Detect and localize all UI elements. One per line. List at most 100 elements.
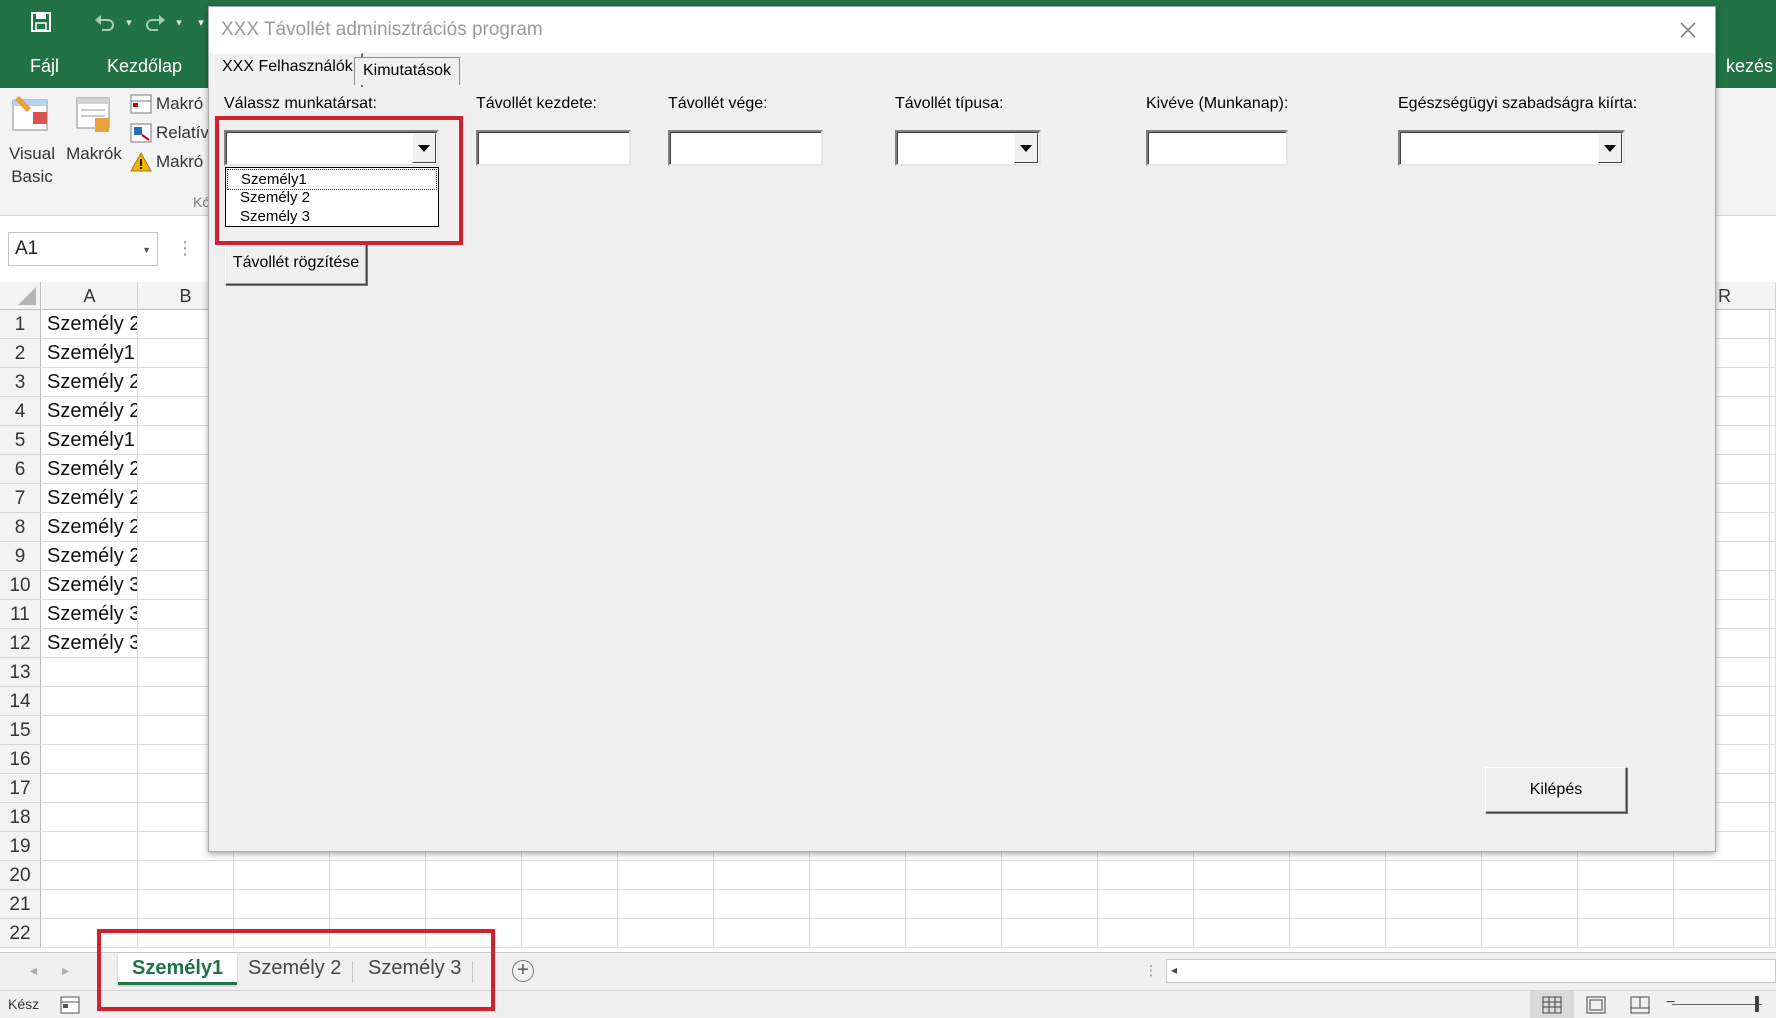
macro-security-button[interactable]: Makró	[130, 152, 203, 172]
sick-leave-combobox[interactable]	[1398, 130, 1625, 166]
cell-a[interactable]	[42, 803, 138, 832]
cell[interactable]	[1674, 919, 1770, 948]
cell[interactable]	[1482, 890, 1578, 919]
dropdown-option-szemely1[interactable]: Személy1	[227, 169, 437, 190]
tab-home[interactable]: Kezdőlap	[107, 56, 182, 77]
cell[interactable]	[1770, 658, 1776, 687]
undo-dropdown-icon[interactable]: ▾	[122, 16, 136, 29]
cell-a[interactable]	[42, 774, 138, 803]
cell-a[interactable]	[42, 832, 138, 861]
row-header[interactable]: 18	[0, 803, 41, 832]
select-all-corner[interactable]	[0, 282, 41, 310]
cell[interactable]	[1290, 861, 1386, 890]
start-date-input[interactable]	[476, 130, 631, 166]
redo-dropdown-icon[interactable]: ▾	[172, 16, 186, 29]
cell[interactable]	[1770, 339, 1776, 368]
cell[interactable]	[1002, 919, 1098, 948]
cell[interactable]	[1770, 745, 1776, 774]
cell[interactable]	[1770, 919, 1776, 948]
cell[interactable]	[1770, 687, 1776, 716]
cell[interactable]	[810, 890, 906, 919]
scroll-grip-icon[interactable]: ⋮	[1144, 962, 1158, 979]
cell-a[interactable]: Személy 2	[42, 310, 138, 339]
cell[interactable]	[1098, 861, 1194, 890]
cell-a[interactable]: Személy 3	[42, 629, 138, 658]
cell-a[interactable]: Személy 2	[42, 513, 138, 542]
cell[interactable]	[1578, 861, 1674, 890]
cell[interactable]	[1770, 426, 1776, 455]
cell[interactable]	[714, 919, 810, 948]
row-header[interactable]: 13	[0, 658, 41, 687]
cell[interactable]	[1674, 890, 1770, 919]
absence-type-dropdown-button[interactable]	[1014, 133, 1038, 163]
absence-type-combobox[interactable]	[895, 130, 1041, 166]
cell[interactable]	[1770, 542, 1776, 571]
sheet-tab-szemely2[interactable]: Személy 2	[234, 953, 355, 985]
cell[interactable]	[522, 890, 618, 919]
cell[interactable]	[1674, 861, 1770, 890]
tab-xxx-felhasznalok[interactable]: XXX Felhasználók	[213, 53, 363, 87]
cell[interactable]	[714, 861, 810, 890]
row-header[interactable]: 20	[0, 861, 41, 890]
cell[interactable]	[1098, 919, 1194, 948]
cell-a[interactable]: Személy 3	[42, 571, 138, 600]
add-sheet-icon[interactable]: +	[512, 960, 534, 982]
next-sheet-icon[interactable]: ▸	[62, 962, 69, 979]
cell-a[interactable]	[42, 861, 138, 890]
cell[interactable]	[522, 919, 618, 948]
cell[interactable]	[1770, 716, 1776, 745]
cell[interactable]	[1098, 890, 1194, 919]
cell[interactable]	[1194, 861, 1290, 890]
cell-a[interactable]	[42, 745, 138, 774]
end-date-input[interactable]	[668, 130, 823, 166]
dropdown-option-szemely2[interactable]: Személy 2	[240, 188, 310, 207]
row-header[interactable]: 21	[0, 890, 41, 919]
row-header[interactable]: 12	[0, 629, 41, 658]
zoom-slider-thumb[interactable]	[1755, 996, 1759, 1012]
cell[interactable]	[906, 890, 1002, 919]
column-header-a[interactable]: A	[42, 282, 138, 310]
customize-qat-icon[interactable]: ▾	[194, 16, 208, 29]
record-macro-button[interactable]: Makró	[130, 94, 203, 114]
cell-a[interactable]	[42, 658, 138, 687]
cell[interactable]	[618, 919, 714, 948]
cell[interactable]	[426, 890, 522, 919]
close-icon[interactable]	[1675, 17, 1701, 43]
days-taken-input[interactable]	[1146, 130, 1288, 166]
cell[interactable]	[1770, 803, 1776, 832]
name-box[interactable]: A1 ▼	[8, 232, 158, 266]
cell-a[interactable]	[42, 919, 138, 948]
cell[interactable]	[234, 890, 330, 919]
cell[interactable]	[426, 861, 522, 890]
macro-recording-icon[interactable]	[60, 996, 80, 1014]
cell[interactable]	[1770, 890, 1776, 919]
cell[interactable]	[1194, 890, 1290, 919]
normal-view-icon[interactable]	[1530, 991, 1574, 1018]
sheet-tab-szemely1[interactable]: Személy1	[118, 953, 238, 985]
row-header[interactable]: 10	[0, 571, 41, 600]
formula-bar-grip-icon[interactable]: ⋮	[176, 238, 194, 259]
cell[interactable]	[522, 861, 618, 890]
row-header[interactable]: 16	[0, 745, 41, 774]
cell[interactable]	[1002, 861, 1098, 890]
cell[interactable]	[330, 890, 426, 919]
row-header[interactable]: 9	[0, 542, 41, 571]
cell[interactable]	[1770, 861, 1776, 890]
cell[interactable]	[1386, 861, 1482, 890]
cell-a[interactable]: Személy1	[42, 339, 138, 368]
zoom-slider[interactable]	[1672, 1004, 1762, 1005]
cell-a[interactable]: Személy 2	[42, 397, 138, 426]
cell[interactable]	[1386, 890, 1482, 919]
cell[interactable]	[1386, 919, 1482, 948]
cell[interactable]	[138, 861, 234, 890]
scroll-left-icon[interactable]: ◂	[1171, 963, 1177, 977]
cell[interactable]	[330, 919, 426, 948]
row-header[interactable]: 19	[0, 832, 41, 861]
cell[interactable]	[1770, 571, 1776, 600]
cell[interactable]	[1770, 832, 1776, 861]
cell[interactable]	[1770, 310, 1776, 339]
row-header[interactable]: 6	[0, 455, 41, 484]
save-icon[interactable]	[24, 5, 58, 39]
cell[interactable]	[330, 861, 426, 890]
cell[interactable]	[1578, 919, 1674, 948]
